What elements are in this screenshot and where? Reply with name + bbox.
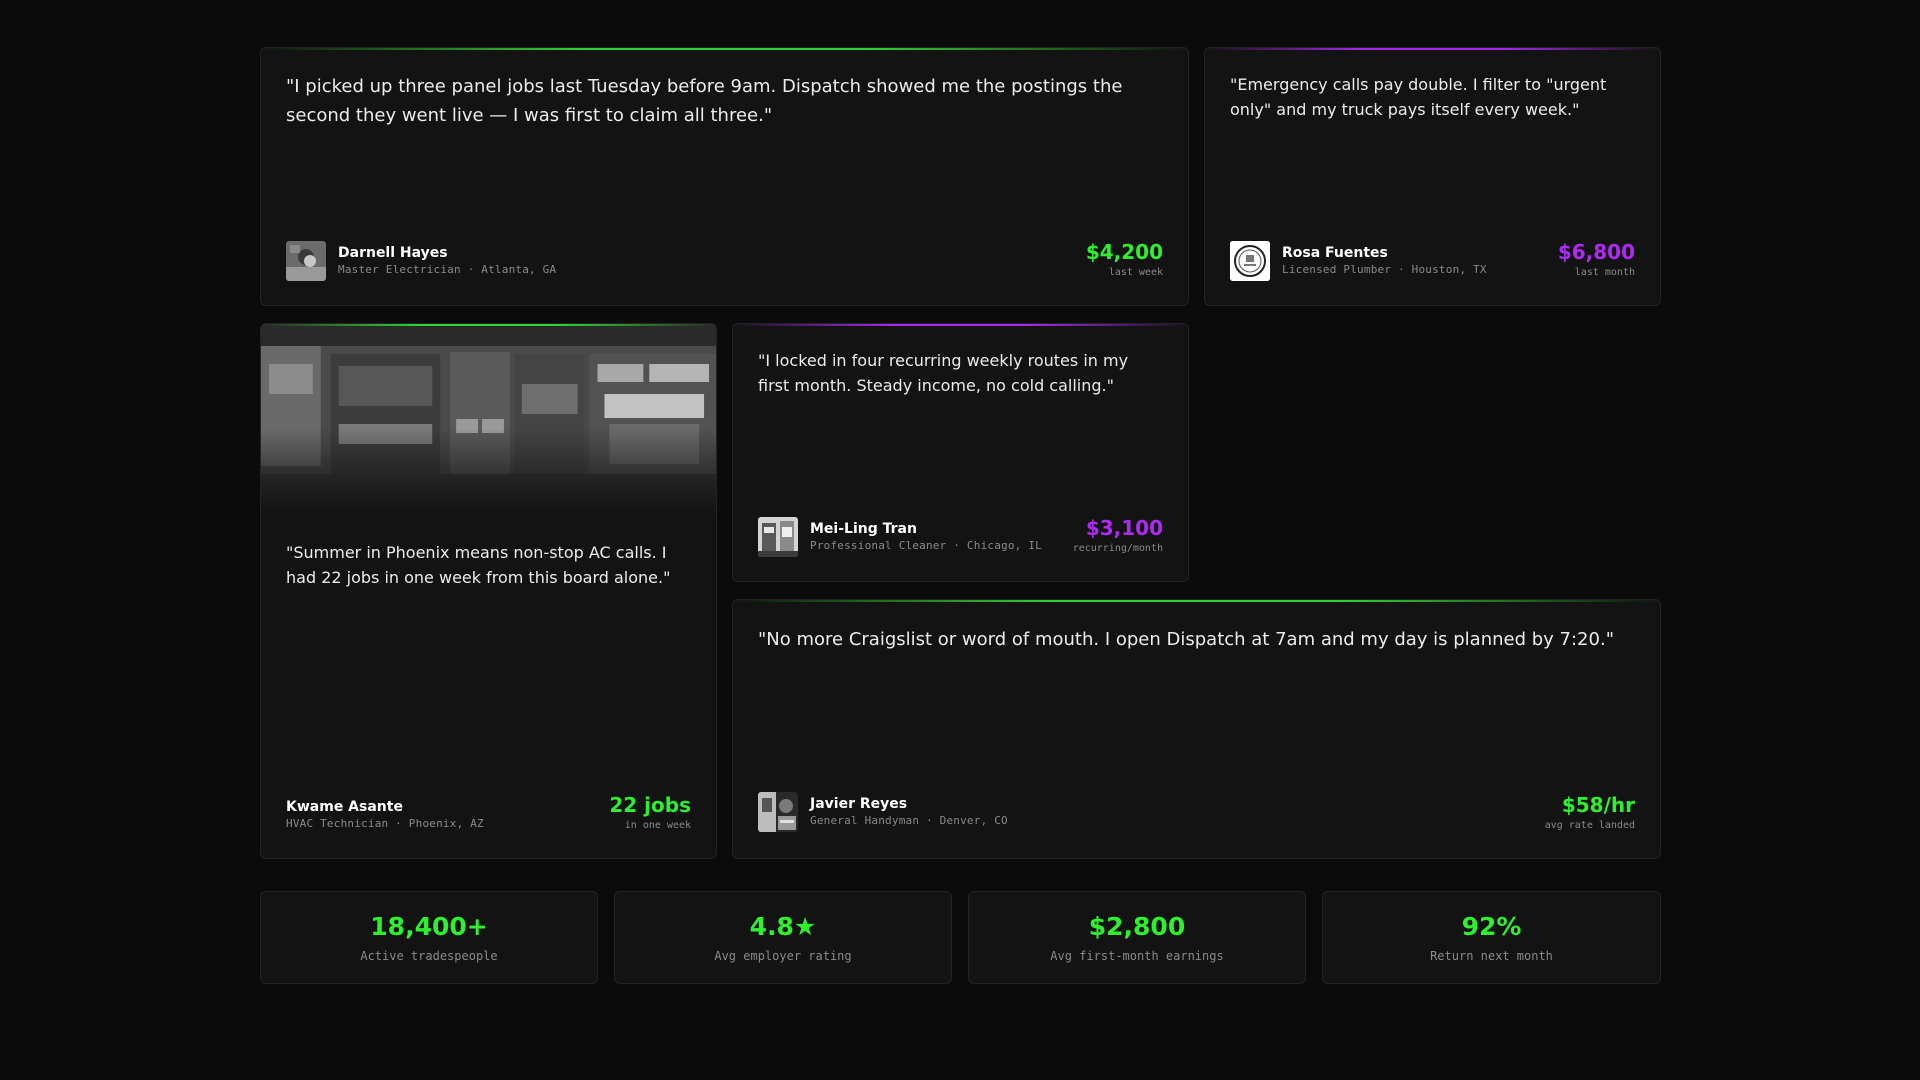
author-name: Mei-Ling Tran (810, 521, 917, 537)
stat-card-active-tradespeople: 18,400+ Active tradespeople (260, 891, 598, 984)
testimonial-card-rosa: "Emergency calls pay double. I filter to… (1204, 47, 1661, 306)
author-role: Master Electrician · Atlanta, GA (338, 263, 557, 276)
testimonial-metric: $4,200 last week (1086, 240, 1163, 280)
testimonial-author: Mei-Ling Tran Professional Cleaner · Chi… (758, 517, 1042, 557)
stat-label: Avg first-month earnings (1050, 949, 1224, 963)
testimonial-quote: "Summer in Phoenix means non-stop AC cal… (286, 543, 671, 587)
storefront-image (261, 324, 716, 514)
testimonial-metric: $6,800 last month (1558, 240, 1635, 280)
testimonial-quote: "No more Craigslist or word of mouth. I … (758, 629, 1614, 650)
metric-label: last month (1574, 267, 1635, 278)
testimonial-metric: $58/hr avg rate landed (1545, 793, 1635, 833)
stat-label: Avg employer rating (714, 949, 852, 963)
testimonial-card-kwame: "Summer in Phoenix means non-stop AC cal… (260, 323, 717, 859)
testimonial-author: Javier Reyes General Handyman · Denver, … (758, 792, 1008, 832)
testimonial-author: Darnell Hayes Master Electrician · Atlan… (286, 241, 556, 281)
card-accent-bar (261, 324, 716, 326)
testimonial-card-darnell: "I picked up three panel jobs last Tuesd… (260, 47, 1189, 306)
testimonial-author: Kwame Asante HVAC Technician · Phoenix, … (286, 798, 484, 832)
author-role: HVAC Technician · Phoenix, AZ (286, 817, 484, 830)
stat-value: 4.8★ (749, 912, 817, 941)
metric-value: $6,800 (1557, 240, 1635, 264)
testimonial-metric: 22 jobs in one week (609, 793, 691, 833)
metric-label: in one week (624, 820, 691, 831)
stat-card-first-month-earnings: $2,800 Avg first-month earnings (968, 891, 1306, 984)
metric-label: recurring/month (1072, 543, 1163, 554)
avatar-logo (1230, 241, 1270, 281)
author-role: General Handyman · Denver, CO (810, 814, 1008, 827)
metric-value: 22 jobs (609, 793, 691, 817)
stat-label: Active tradespeople (360, 949, 498, 963)
metric-value: $4,200 (1085, 240, 1163, 264)
badge-icon (1230, 241, 1270, 281)
stat-value: 92% (1461, 912, 1522, 941)
metric-label: last week (1108, 267, 1163, 278)
testimonial-author: Rosa Fuentes Licensed Plumber · Houston,… (1230, 241, 1487, 281)
stat-card-employer-rating: 4.8★ Avg employer rating (614, 891, 952, 984)
testimonial-card-javier: "No more Craigslist or word of mouth. I … (732, 599, 1661, 859)
testimonial-metric: $3,100 recurring/month (1073, 516, 1163, 556)
avatar-image (758, 792, 798, 832)
card-accent-bar (733, 324, 1188, 326)
testimonial-quote: "I locked in four recurring weekly route… (758, 351, 1129, 395)
author-role: Professional Cleaner · Chicago, IL (810, 539, 1042, 552)
stat-value: $2,800 (1088, 912, 1186, 941)
stat-value: 18,400+ (370, 912, 488, 941)
metric-value: $3,100 (1085, 516, 1163, 540)
stat-card-return-rate: 92% Return next month (1322, 891, 1661, 984)
author-role: Licensed Plumber · Houston, TX (1282, 263, 1487, 276)
author-name: Javier Reyes (810, 796, 908, 812)
avatar-photo (758, 517, 798, 557)
stat-label: Return next month (1430, 949, 1553, 963)
card-accent-bar (261, 48, 1188, 50)
card-accent-bar (1205, 48, 1660, 50)
avatar-image (758, 517, 798, 557)
testimonial-quote: "Emergency calls pay double. I filter to… (1230, 75, 1607, 119)
testimonial-card-meiling: "I locked in four recurring weekly route… (732, 323, 1189, 582)
author-name: Darnell Hayes (338, 245, 448, 261)
author-name: Kwame Asante (286, 799, 403, 815)
metric-value: $58/hr (1561, 793, 1635, 817)
card-accent-bar (733, 600, 1660, 602)
avatar-image (286, 241, 326, 281)
testimonial-quote: "I picked up three panel jobs last Tuesd… (286, 76, 1123, 126)
avatar-photo (758, 792, 798, 832)
metric-label: avg rate landed (1544, 820, 1635, 831)
avatar-photo (286, 241, 326, 281)
author-name: Rosa Fuentes (1282, 245, 1388, 261)
testimonial-photo (261, 324, 716, 514)
